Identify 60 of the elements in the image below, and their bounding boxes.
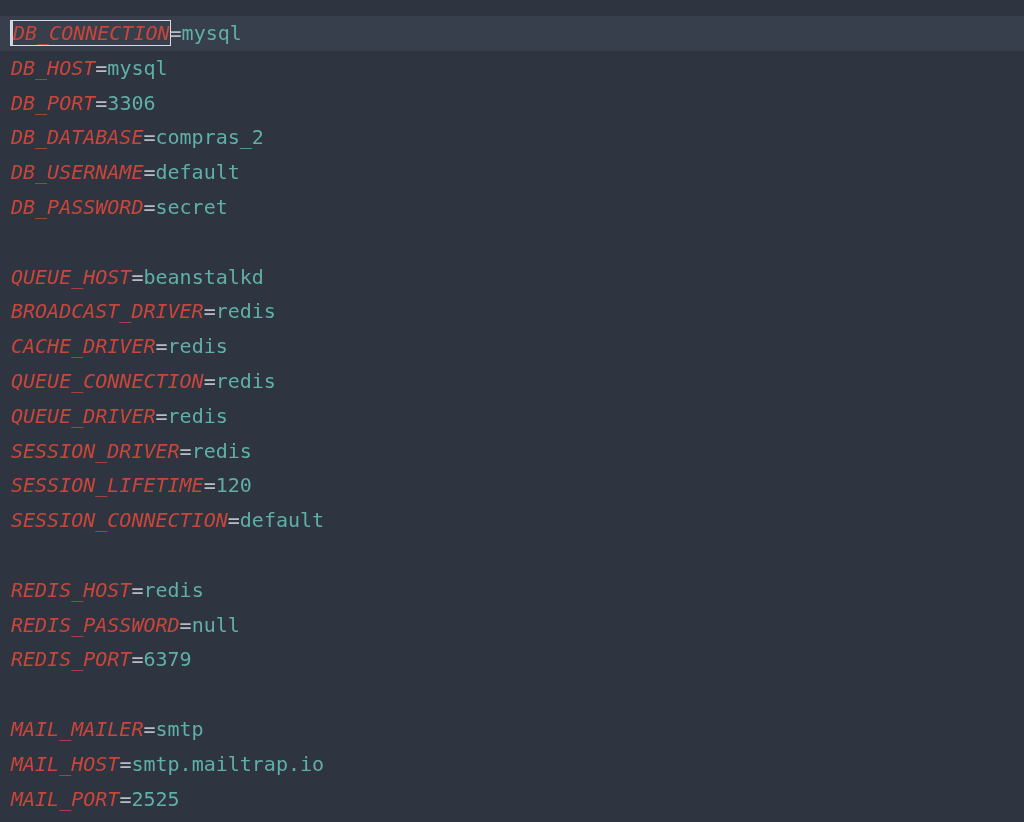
equals-sign: = bbox=[119, 751, 132, 776]
env-key: REDIS_PORT bbox=[11, 647, 132, 672]
equals-sign: = bbox=[143, 716, 156, 741]
equals-sign: = bbox=[203, 473, 216, 498]
equals-sign: = bbox=[169, 21, 182, 45]
equals-sign: = bbox=[131, 577, 144, 602]
env-value: smtp bbox=[155, 716, 204, 741]
env-key: DB_PORT bbox=[11, 90, 96, 115]
env-value: beanstalkd bbox=[143, 264, 264, 289]
equals-sign: = bbox=[203, 368, 216, 393]
env-key: MAIL_MAILER bbox=[11, 716, 144, 741]
equals-sign: = bbox=[227, 508, 240, 533]
env-value: redis bbox=[215, 299, 276, 324]
env-key: CACHE_DRIVER bbox=[11, 334, 156, 359]
env-value: smtp.mailtrap.io bbox=[131, 751, 325, 776]
equals-sign: = bbox=[155, 334, 168, 359]
env-value: 2525 bbox=[131, 786, 180, 811]
equals-sign: = bbox=[179, 612, 192, 637]
env-value: default bbox=[239, 508, 325, 533]
env-value: redis bbox=[191, 438, 252, 463]
env-value: secret bbox=[155, 195, 228, 219]
env-value: redis bbox=[215, 368, 276, 393]
env-key: DB_HOST bbox=[11, 55, 96, 80]
env-value: mysql bbox=[107, 55, 168, 80]
env-key: QUEUE_CONNECTION bbox=[11, 368, 204, 393]
env-value: redis bbox=[167, 334, 228, 359]
equals-sign: = bbox=[143, 125, 156, 150]
env-value: 3306 bbox=[107, 90, 156, 115]
env-value: mysql bbox=[181, 21, 242, 45]
env-value: 120 bbox=[215, 473, 252, 498]
equals-sign: = bbox=[203, 299, 216, 324]
env-key: MAIL_HOST bbox=[11, 751, 120, 776]
env-key: BROADCAST_DRIVER bbox=[11, 299, 204, 324]
env-key: QUEUE_DRIVER bbox=[11, 403, 156, 428]
equals-sign: = bbox=[95, 55, 108, 80]
env-key: SESSION_LIFETIME bbox=[11, 473, 204, 498]
equals-sign: = bbox=[131, 264, 144, 289]
env-key: QUEUE_HOST bbox=[11, 264, 132, 289]
env-value: null bbox=[191, 612, 240, 637]
equals-sign: = bbox=[143, 195, 156, 219]
env-key: MAIL_PORT bbox=[11, 786, 120, 811]
equals-sign: = bbox=[143, 160, 156, 185]
equals-sign: = bbox=[155, 403, 168, 428]
env-key: REDIS_HOST bbox=[11, 577, 132, 602]
env-key: DB_USERNAME bbox=[11, 160, 144, 185]
env-key: SESSION_DRIVER bbox=[11, 438, 180, 463]
env-key: REDIS_PASSWORD bbox=[11, 612, 180, 637]
equals-sign: = bbox=[95, 90, 108, 115]
env-value: redis bbox=[143, 577, 204, 602]
env-value: default bbox=[155, 160, 240, 185]
equals-sign: = bbox=[179, 438, 192, 463]
env-key: DB_DATABASE bbox=[11, 125, 144, 150]
env-value: compras_2 bbox=[155, 125, 264, 150]
env-key: SESSION_CONNECTION bbox=[11, 508, 228, 533]
env-key: DB_CONNECTION bbox=[11, 21, 170, 45]
equals-sign: = bbox=[119, 786, 132, 811]
env-value: redis bbox=[167, 403, 228, 428]
equals-sign: = bbox=[131, 647, 144, 672]
env-value: 6379 bbox=[143, 647, 192, 672]
env-key: DB_PASSWORD bbox=[11, 195, 144, 219]
